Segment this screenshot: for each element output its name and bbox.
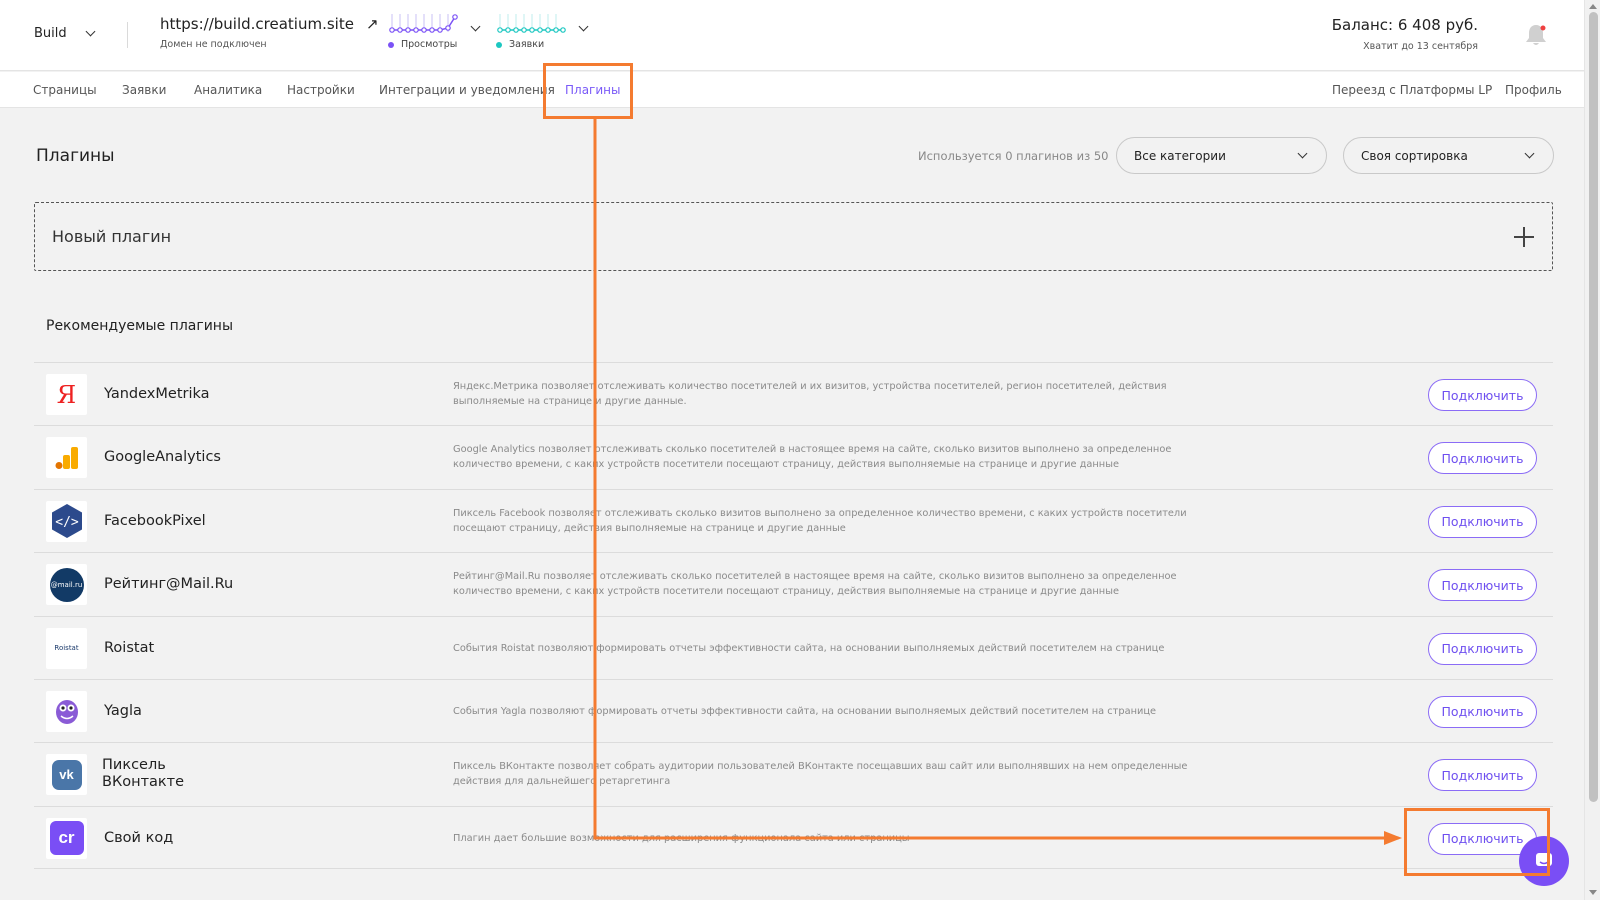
connect-button[interactable]: Подключить [1428, 695, 1537, 728]
highlight-plugins-tab [543, 63, 633, 119]
balance-amount: Баланс: 6 408 руб. [1331, 16, 1478, 34]
google-analytics-icon [46, 437, 87, 479]
balance-note: Хватит до 13 сентября [1363, 41, 1478, 52]
mail-ru-logo-text: @mail.ru [50, 580, 83, 589]
plugin-name: Рейтинг@Mail.Ru [104, 576, 234, 593]
svg-text:</>: </> [55, 515, 79, 530]
category-value: Все категории [1134, 148, 1226, 163]
external-link-icon[interactable]: ↗ [366, 15, 379, 33]
sort-select[interactable]: Своя сортировка [1343, 137, 1554, 174]
roistat-logo-text: Roistat [54, 644, 79, 653]
page-title: Плагины [36, 146, 115, 166]
roistat-icon: Roistat [46, 627, 87, 669]
domain-link[interactable]: https://build.creatium.site ↗ [160, 15, 379, 33]
plugin-list: Я YandexMetrika Яндекс.Метрика позволяет… [34, 362, 1553, 870]
nav-analytics[interactable]: Аналитика [194, 83, 262, 97]
leads-sparkline [497, 14, 566, 33]
scroll-thumb[interactable] [1589, 12, 1598, 802]
sort-value: Своя сортировка [1361, 148, 1468, 163]
bell-icon[interactable] [1524, 22, 1548, 48]
plugin-name: Свой код [104, 829, 174, 846]
plugin-row-yagla: Yagla События Yagla позволяют формироват… [34, 678, 1553, 742]
plugin-description: Плагин дает большие возможности для расш… [453, 832, 910, 844]
scroll-up-icon[interactable] [1589, 4, 1597, 9]
top-bar: Build https://build.creatium.site ↗ Доме… [0, 0, 1584, 71]
new-plugin-label: Новый плагин [52, 227, 172, 246]
views-sparkline [389, 14, 458, 33]
recommended-title: Рекомендуемые плагины [46, 318, 234, 334]
scrollbar[interactable] [1584, 0, 1600, 900]
domain-url: https://build.creatium.site [160, 15, 354, 33]
new-plugin-card[interactable]: Новый плагин [34, 202, 1553, 271]
views-label: Просмотры [401, 39, 458, 50]
nav-migration[interactable]: Переезд с Платформы LP [1332, 83, 1492, 97]
plugin-name: YandexMetrika [104, 386, 210, 402]
connect-button[interactable]: Подключить [1428, 632, 1537, 665]
chevron-down-icon [85, 26, 96, 37]
category-select[interactable]: Все категории [1116, 137, 1327, 174]
plus-icon[interactable] [1514, 227, 1534, 247]
leads-stat[interactable]: Заявки [496, 12, 589, 50]
plugin-description: Google Analytics позволяет отслеживать с… [453, 444, 1172, 471]
main-nav: Страницы Заявки Аналитика Настройки Инте… [0, 72, 1584, 108]
plugin-usage: Используется 0 плагинов из 50 [918, 149, 1109, 163]
plugin-row-yandexmetrika: Я YandexMetrika Яндекс.Метрика позволяет… [34, 362, 1553, 425]
views-stat[interactable]: Просмотры [388, 12, 481, 50]
plugin-description: Пиксель ВКонтакте позволяет собрать ауди… [453, 761, 1188, 788]
highlight-connect-button [1404, 808, 1550, 876]
domain-status: Домен не подключен [160, 39, 267, 50]
plugin-name: Roistat [104, 639, 155, 656]
nav-profile[interactable]: Профиль [1505, 83, 1562, 97]
connect-button[interactable]: Подключить [1428, 759, 1537, 792]
plugin-description: Рейтинг@Mail.Ru позволяет отслеживать ск… [453, 571, 1177, 598]
plugin-name: GoogleAnalytics [104, 449, 221, 466]
chevron-down-icon [1524, 148, 1535, 159]
vk-icon: vk [46, 754, 87, 796]
custom-code-icon: cr [46, 817, 87, 859]
plugin-description: События Yagla позволяют формировать отче… [453, 705, 1157, 717]
plugin-description: События Roistat позволяют формировать от… [453, 642, 1165, 654]
chevron-down-icon[interactable] [470, 21, 481, 32]
plugin-description: Пиксель Facebook позволяет отслеживать с… [453, 507, 1187, 534]
plugin-description: Яндекс.Метрика позволяет отслеживать кол… [453, 381, 1167, 407]
connect-button[interactable]: Подключить [1428, 569, 1537, 602]
nav-leads[interactable]: Заявки [122, 83, 166, 97]
leads-dot [496, 41, 502, 48]
yagla-icon [46, 690, 87, 732]
connect-button[interactable]: Подключить [1428, 442, 1537, 475]
facebook-pixel-icon: </> [46, 500, 87, 542]
chevron-down-icon[interactable] [578, 21, 589, 32]
plugin-row-roistat: Roistat Roistat События Roistat позволяю… [34, 615, 1553, 679]
plugin-name: Yagla [104, 702, 142, 719]
domain-block: https://build.creatium.site ↗ Домен не п… [160, 15, 379, 50]
project-selector[interactable]: Build [34, 26, 96, 41]
nav-integrations[interactable]: Интеграции и уведомления [379, 83, 555, 97]
divider [127, 22, 128, 48]
plugin-row-facebookpixel: </> FacebookPixel Пиксель Facebook позво… [34, 488, 1553, 552]
plugin-row-mailru: @mail.ru Рейтинг@Mail.Ru Рейтинг@Mail.Ru… [34, 552, 1553, 615]
plugin-row-googleanalytics: GoogleAnalytics Google Analytics позволя… [34, 425, 1553, 488]
project-name: Build [34, 26, 67, 41]
balance-block[interactable]: Баланс: 6 408 руб. Хватит до 13 сентября [1332, 16, 1478, 52]
plugin-row-custom-code: cr Свой код Плагин дает большие возможно… [34, 805, 1553, 870]
yandex-metrika-icon: Я [46, 374, 87, 415]
connect-button[interactable]: Подключить [1428, 505, 1537, 538]
nav-settings[interactable]: Настройки [287, 83, 355, 97]
mail-ru-icon: @mail.ru [46, 564, 87, 606]
connect-button[interactable]: Подключить [1428, 379, 1537, 411]
leads-label: Заявки [509, 39, 545, 50]
plugin-name: Пиксель ВКонтакте [102, 757, 185, 791]
scroll-down-icon[interactable] [1589, 890, 1597, 895]
nav-pages[interactable]: Страницы [33, 83, 97, 97]
views-dot [388, 41, 394, 48]
plugin-row-vk-pixel: vk Пиксель ВКонтакте Пиксель ВКонтакте п… [34, 742, 1553, 805]
chevron-down-icon [1297, 148, 1308, 159]
plugin-name: FacebookPixel [104, 512, 206, 529]
